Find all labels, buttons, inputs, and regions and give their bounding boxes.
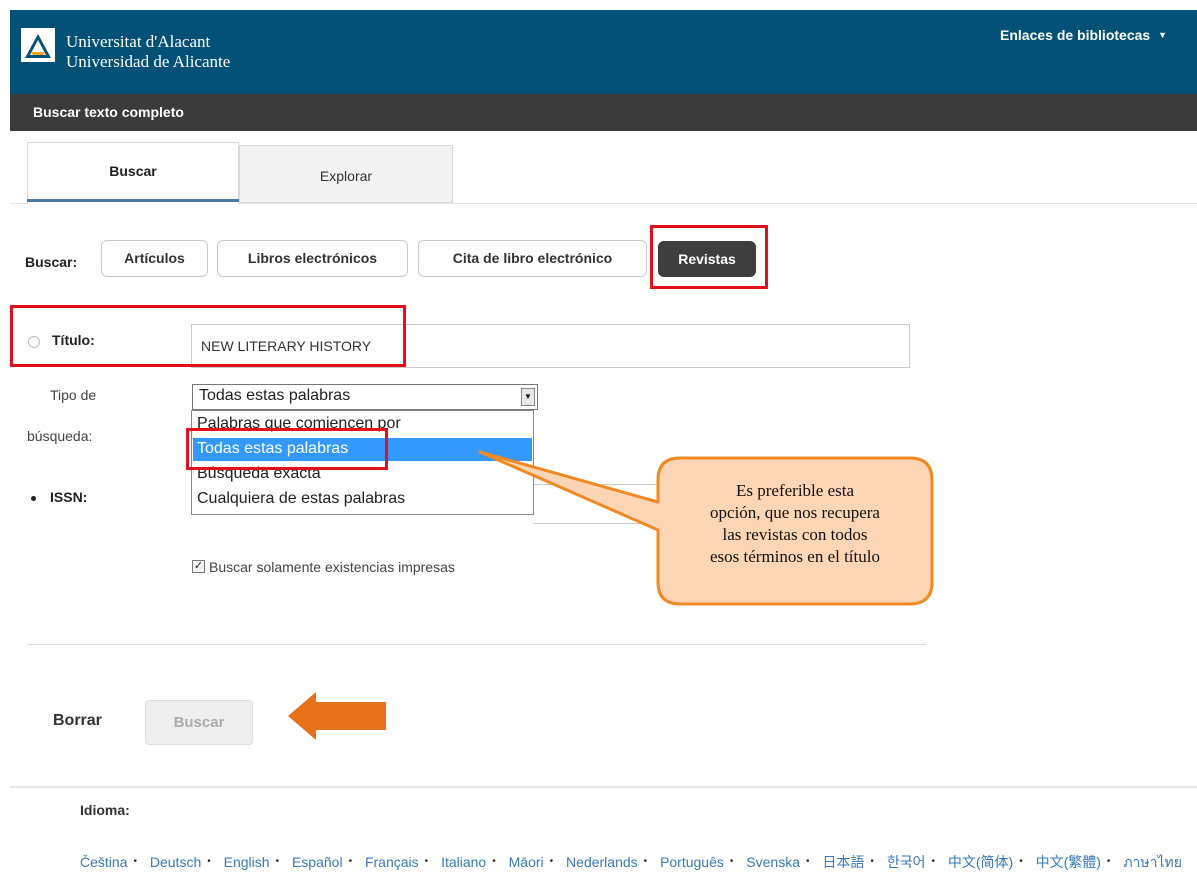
checkmark-icon: ✓ (193, 560, 204, 572)
active-tab-indicator (27, 199, 239, 202)
library-links-label: Enlaces de bibliotecas (1000, 27, 1151, 43)
university-name-es: Universidad de Alicante (66, 52, 231, 71)
language-label: Idioma: (80, 802, 130, 818)
language-link[interactable]: 한국어 (887, 854, 926, 870)
language-link[interactable]: Português (660, 854, 724, 870)
language-link[interactable]: 中文(简体) (948, 854, 1013, 870)
type-ebooks-button[interactable]: Libros electrónicos (217, 240, 408, 277)
search-button[interactable]: Buscar (145, 700, 253, 745)
highlight-title-field (10, 305, 406, 367)
clear-button[interactable]: Borrar (53, 712, 102, 730)
type-articles-button[interactable]: Artículos (101, 240, 208, 277)
issn-radio[interactable] (31, 496, 36, 501)
search-mode-label-line1: Tipo de (50, 387, 97, 403)
highlight-all-words-option (186, 428, 388, 470)
language-link[interactable]: Français (365, 854, 419, 870)
tab-buscar[interactable]: Buscar (27, 142, 239, 204)
chevron-down-icon[interactable]: ▼ (521, 388, 535, 406)
language-link[interactable]: 日本語 (822, 854, 864, 870)
print-only-checkbox[interactable]: ✓ (192, 560, 205, 573)
page-title: Buscar texto completo (33, 104, 184, 120)
print-only-label: Buscar solamente existencias impresas (209, 559, 455, 575)
language-link[interactable]: Italiano (441, 854, 486, 870)
callout-line: esos términos en el título (710, 547, 880, 566)
language-link[interactable]: Deutsch (150, 854, 201, 870)
language-link[interactable]: Nederlands (566, 854, 638, 870)
caret-down-icon: ▼ (1158, 30, 1168, 40)
language-link[interactable]: 中文(繁體) (1036, 854, 1101, 870)
language-link[interactable]: Māori (509, 854, 544, 870)
library-links-menu[interactable]: Enlaces de bibliotecas ▼ (1000, 27, 1167, 43)
search-mode-value: Todas estas palabras (199, 387, 351, 404)
callout-line: Es preferible esta (736, 481, 854, 500)
language-link[interactable]: Čeština (80, 854, 127, 870)
university-logo-icon[interactable] (21, 28, 55, 62)
language-link[interactable]: ภาษาไทย (1123, 854, 1182, 870)
callout-line: las revistas con todos (722, 525, 868, 544)
arrow-left-icon (288, 692, 386, 740)
highlight-journals-button (650, 225, 768, 289)
form-divider (27, 644, 926, 645)
university-name-ca: Universitat d'Alacant (66, 32, 211, 51)
callout-line: opción, que nos recupera (710, 503, 880, 522)
search-mode-label-line2: búsqueda: (27, 428, 93, 444)
language-link[interactable]: English (224, 854, 270, 870)
tab-explorar[interactable]: Explorar (239, 145, 453, 203)
issn-label: ISSN: (50, 489, 88, 505)
search-type-label: Buscar: (25, 254, 78, 270)
type-ebook-citation-button[interactable]: Cita de libro electrónico (418, 240, 647, 277)
language-link[interactable]: Svenska (746, 854, 800, 870)
footer-divider (10, 786, 1197, 788)
language-link[interactable]: Español (292, 854, 343, 870)
language-list: Čeština • Deutsch • English • Español • Fran… (80, 854, 1182, 870)
callout-text: Es preferible esta opción, que nos recup… (658, 480, 932, 568)
subheader-bar (10, 94, 1197, 131)
